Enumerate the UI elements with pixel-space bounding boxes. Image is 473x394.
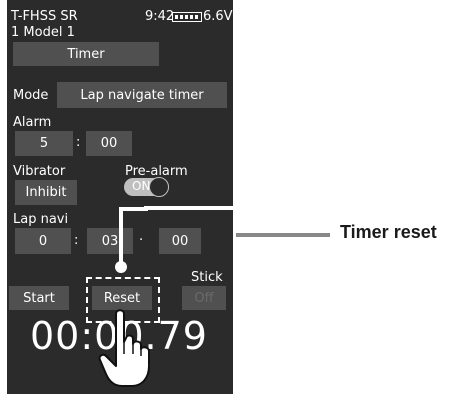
- callout-connector: [115, 206, 239, 273]
- callout-line: [236, 233, 330, 237]
- hand-pointer-icon: [98, 309, 150, 387]
- callout-label: Timer reset: [340, 222, 437, 242]
